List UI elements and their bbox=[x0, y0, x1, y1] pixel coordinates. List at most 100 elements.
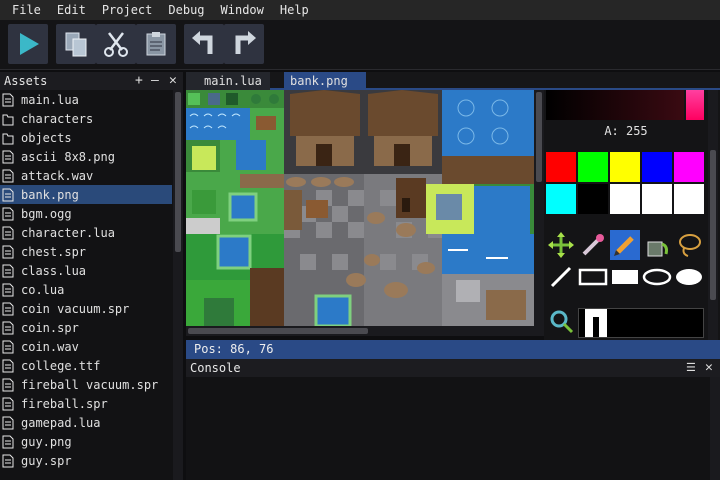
menu-file[interactable]: File bbox=[4, 0, 49, 20]
asset-item[interactable]: guy.spr bbox=[0, 451, 172, 470]
menu-window[interactable]: Window bbox=[213, 0, 272, 20]
ellipse-outline-tool[interactable] bbox=[642, 262, 672, 292]
ellipse-fill-icon bbox=[676, 269, 702, 285]
asset-label: guy.png bbox=[21, 434, 72, 449]
asset-item[interactable]: characters bbox=[0, 109, 172, 128]
swatch-blue[interactable] bbox=[642, 152, 672, 182]
toolbar bbox=[0, 20, 720, 70]
pencil-tool[interactable] bbox=[610, 230, 640, 260]
asset-item[interactable]: ascii 8x8.png bbox=[0, 147, 172, 166]
asset-label: coin.wav bbox=[21, 339, 79, 354]
asset-item[interactable]: main.lua bbox=[0, 90, 172, 109]
asset-item[interactable]: class.lua bbox=[0, 261, 172, 280]
paste-button[interactable] bbox=[136, 24, 176, 64]
file-icon bbox=[2, 340, 14, 354]
brush-preview bbox=[578, 308, 704, 338]
bucket-icon bbox=[647, 241, 668, 257]
zoom-tool[interactable] bbox=[546, 306, 576, 336]
bucket-tool[interactable] bbox=[642, 230, 672, 260]
ellipse-fill-tool[interactable] bbox=[674, 262, 704, 292]
asset-item[interactable]: character.lua bbox=[0, 223, 172, 242]
asset-label: characters bbox=[21, 111, 94, 126]
move-icon bbox=[548, 232, 574, 258]
asset-label: college.ttf bbox=[21, 358, 101, 373]
menu-project[interactable]: Project bbox=[94, 0, 161, 20]
minimize-icon[interactable]: — bbox=[151, 72, 159, 90]
brush-preview-mark bbox=[593, 317, 599, 337]
tab-bank-png[interactable]: bank.png bbox=[284, 72, 366, 90]
console-header: Console ☰ ✕ bbox=[186, 359, 720, 377]
canvas-vscroll-thumb[interactable] bbox=[536, 92, 542, 182]
asset-item[interactable]: fireball.spr bbox=[0, 394, 172, 413]
swatch-green[interactable] bbox=[578, 152, 608, 182]
move-tool[interactable] bbox=[546, 230, 576, 260]
asset-item[interactable]: college.ttf bbox=[0, 356, 172, 375]
console-scrollbar[interactable] bbox=[710, 377, 720, 480]
ellipse-outline-icon bbox=[642, 268, 672, 286]
asset-label: bank.png bbox=[21, 187, 79, 202]
swatch-cyan[interactable] bbox=[546, 184, 576, 214]
canvas-hscrollbar[interactable] bbox=[186, 326, 544, 336]
menu-debug[interactable]: Debug bbox=[160, 0, 212, 20]
asset-item[interactable]: coin.spr bbox=[0, 318, 172, 337]
canvas-hscroll-thumb[interactable] bbox=[188, 328, 368, 334]
clear-console-icon[interactable]: ☰ bbox=[686, 359, 696, 377]
tileset-image bbox=[186, 90, 534, 326]
asset-item[interactable]: bgm.ogg bbox=[0, 204, 172, 223]
asset-label: coin.spr bbox=[21, 320, 79, 335]
asset-item[interactable]: coin.wav bbox=[0, 337, 172, 356]
menu-edit[interactable]: Edit bbox=[49, 0, 94, 20]
file-icon bbox=[2, 435, 14, 449]
swatch-yellow[interactable] bbox=[610, 152, 640, 182]
asset-item[interactable]: bank.png bbox=[0, 185, 172, 204]
asset-item[interactable]: attack.wav bbox=[0, 166, 172, 185]
asset-item[interactable]: coin vacuum.spr bbox=[0, 299, 172, 318]
hue-slider[interactable] bbox=[686, 90, 704, 120]
asset-item[interactable]: guy.png bbox=[0, 432, 172, 451]
lasso-tool[interactable] bbox=[674, 230, 704, 260]
asset-label: bgm.ogg bbox=[21, 206, 72, 221]
palette-panel: A: 255 bbox=[544, 90, 720, 340]
assets-scroll-thumb[interactable] bbox=[175, 92, 181, 252]
tileset-canvas[interactable] bbox=[186, 90, 534, 326]
swatch-white-2[interactable] bbox=[642, 184, 672, 214]
line-tool[interactable] bbox=[546, 262, 576, 292]
canvas-vscrollbar[interactable] bbox=[534, 90, 544, 326]
asset-item[interactable]: co.lua bbox=[0, 280, 172, 299]
close-icon[interactable]: ✕ bbox=[169, 72, 177, 90]
menu-help[interactable]: Help bbox=[272, 0, 317, 20]
redo-button[interactable] bbox=[224, 24, 264, 64]
copy-button[interactable] bbox=[56, 24, 96, 64]
copy-icon bbox=[65, 32, 87, 57]
rect-fill-tool[interactable] bbox=[610, 262, 640, 292]
swatch-red[interactable] bbox=[546, 152, 576, 182]
swatch-black[interactable] bbox=[578, 184, 608, 214]
console-title: Console bbox=[190, 361, 241, 375]
lasso-icon bbox=[679, 234, 701, 257]
asset-item[interactable]: chest.spr bbox=[0, 242, 172, 261]
palette-scrollbar[interactable] bbox=[708, 90, 718, 340]
asset-item[interactable]: objects bbox=[0, 128, 172, 147]
eyedropper-tool[interactable] bbox=[578, 230, 608, 260]
swatch-white-3[interactable] bbox=[674, 184, 704, 214]
play-icon bbox=[20, 33, 39, 55]
add-icon[interactable]: + bbox=[135, 72, 143, 90]
console-close-icon[interactable]: ✕ bbox=[705, 359, 713, 377]
file-icon bbox=[2, 207, 14, 221]
swatch-white-1[interactable] bbox=[610, 184, 640, 214]
asset-item[interactable]: fireball vacuum.spr bbox=[0, 375, 172, 394]
assets-scrollbar[interactable] bbox=[173, 90, 183, 480]
cut-button[interactable] bbox=[96, 24, 136, 64]
color-gradient[interactable] bbox=[546, 90, 684, 120]
rect-outline-icon bbox=[578, 268, 608, 286]
asset-item[interactable]: gamepad.lua bbox=[0, 413, 172, 432]
asset-label: ascii 8x8.png bbox=[21, 149, 115, 164]
console-panel: Console ☰ ✕ bbox=[186, 359, 720, 480]
tab-main-lua[interactable]: main.lua bbox=[186, 72, 270, 90]
play-button[interactable] bbox=[8, 24, 48, 64]
rect-outline-tool[interactable] bbox=[578, 262, 608, 292]
undo-button[interactable] bbox=[184, 24, 224, 64]
console-output[interactable] bbox=[186, 377, 720, 480]
palette-scroll-thumb[interactable] bbox=[710, 150, 716, 300]
swatch-magenta[interactable] bbox=[674, 152, 704, 182]
